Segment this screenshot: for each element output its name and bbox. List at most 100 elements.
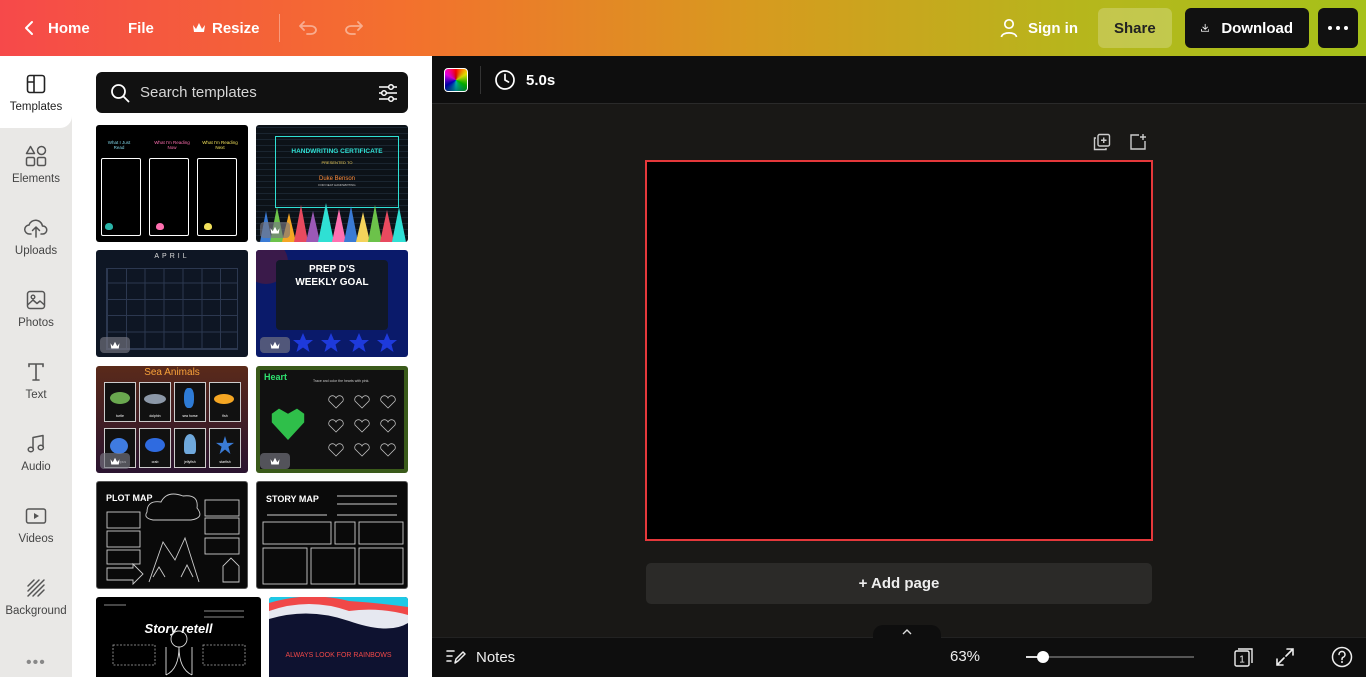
editor-footer [432,637,1366,677]
background-icon [24,576,48,600]
design-canvas-page[interactable] [645,160,1153,541]
template-text: Duke Benson [318,176,356,182]
home-button[interactable]: Home [12,8,102,48]
home-label: Home [48,19,90,37]
premium-crown-badge [100,453,130,469]
redo-button[interactable] [338,12,370,44]
download-button[interactable]: Download [1185,8,1309,48]
template-text: FOR NEAT HANDWRITING [318,183,356,187]
rail-label-uploads: Uploads [14,244,58,257]
template-weekly-goal[interactable]: PREP D'S WEEKLY GOAL [256,250,408,357]
show-pages-button[interactable] [873,625,941,639]
toolbar-divider [480,66,481,94]
elements-icon [24,144,48,168]
background-color-swatch[interactable] [444,68,468,92]
editor-toolbar: 5.0s [432,56,1366,104]
premium-crown-badge [100,337,130,353]
expand-icon [1276,648,1294,666]
videos-icon [24,504,48,528]
left-side-rail: Templates Elements Uploads Photos Text A… [0,56,72,677]
premium-crown-badge [260,222,290,238]
user-icon [1000,18,1018,38]
notes-button[interactable]: Notes [446,645,515,669]
file-label: File [128,19,154,37]
undo-button[interactable] [292,12,324,44]
template-text: Trace and color the hearts with pink. [313,379,370,383]
template-text: starfish [219,460,231,464]
crown-icon [270,226,280,233]
template-text: What I Just Read [107,140,131,150]
rail-item-elements[interactable]: Elements [0,128,72,200]
rail-item-audio[interactable]: Audio [0,416,72,488]
rail-item-photos[interactable]: Photos [0,272,72,344]
notes-icon [446,650,466,664]
template-text: crab [151,460,159,464]
toolbar-divider [279,14,280,42]
template-story-map[interactable]: STORY MAP [256,481,408,589]
rail-item-background[interactable]: Background [0,560,72,632]
zoom-percentage[interactable]: 63% [950,648,980,665]
notes-label: Notes [476,648,516,666]
more-horizontal-icon [1328,26,1348,30]
duration-button[interactable]: 5.0s [494,68,555,92]
zoom-slider[interactable] [1026,650,1194,664]
search-icon [111,83,130,102]
template-text: What I'm Reading Next [202,140,238,150]
redo-icon [345,21,363,35]
search-bar [96,72,408,113]
rail-label-text: Text [25,388,47,401]
template-reading-log[interactable]: What I Just Read What I'm Reading Now Wh… [96,125,248,242]
template-text: dolphin [149,414,161,418]
template-april-calendar[interactable]: APRIL [96,250,248,357]
template-heart-tracing[interactable]: Heart Trace and color the hearts with pi… [256,366,408,473]
template-text: Heart [264,372,288,382]
template-handwriting-certificate[interactable]: HANDWRITING CERTIFICATE PRESENTED TO Duk… [256,125,408,242]
zoom-slider-thumb[interactable] [1036,651,1049,663]
resize-button[interactable]: Resize [180,8,272,48]
share-button[interactable]: Share [1098,8,1172,48]
undo-icon [299,21,317,35]
sign-in-button[interactable]: Sign in [988,8,1090,48]
help-button[interactable] [1330,645,1354,669]
rail-item-text[interactable]: Text [0,344,72,416]
rail-label-videos: Videos [18,532,54,545]
zoom-slider-track [1026,656,1194,658]
more-options-button[interactable] [1318,8,1358,48]
template-story-retell[interactable]: Story retell [96,597,261,677]
file-menu-button[interactable]: File [116,8,166,48]
template-text: sea horse [182,414,198,418]
premium-crown-badge [260,337,290,353]
rail-label-audio: Audio [21,460,51,473]
text-icon [24,360,48,384]
rail-label-templates: Templates [9,100,63,113]
filter-icon[interactable] [378,83,398,103]
crown-icon [270,457,280,464]
template-text: WEEKLY GOAL [295,277,369,288]
template-rainbows[interactable]: ALWAYS LOOK FOR RAINBOWS [269,597,408,677]
rail-item-videos[interactable]: Videos [0,488,72,560]
top-toolbar: Home File Resize Sign in Share Download [0,0,1366,56]
rail-item-uploads[interactable]: Uploads [0,200,72,272]
crown-icon [110,457,120,464]
search-input[interactable] [140,84,370,101]
template-text: ALWAYS LOOK FOR RAINBOWS [285,652,392,659]
fullscreen-button[interactable] [1273,645,1297,669]
duplicate-page-button[interactable] [1093,133,1113,153]
crown-icon [193,23,205,32]
audio-icon [24,432,48,456]
template-text: What I'm Reading Now [154,140,190,150]
template-text: PREP D'S [308,264,356,275]
template-text: PRESENTED TO [321,160,353,165]
page-count-button[interactable]: 1 [1232,645,1256,669]
add-page-button[interactable]: + Add page [646,563,1152,604]
template-sea-animals[interactable]: Sea Animals turtle dolphin sea horse fis… [96,366,248,473]
template-plot-map[interactable]: PLOT MAP [96,481,248,589]
more-apps-icon[interactable]: ••• [26,654,46,672]
rail-label-elements: Elements [12,172,60,185]
photos-icon [24,288,48,312]
add-page-icon-button[interactable] [1129,133,1149,153]
duplicate-icon [1093,133,1111,151]
rail-item-templates[interactable]: Templates [0,56,72,128]
resize-label: Resize [212,19,260,37]
add-page-label: + Add page [858,575,940,592]
